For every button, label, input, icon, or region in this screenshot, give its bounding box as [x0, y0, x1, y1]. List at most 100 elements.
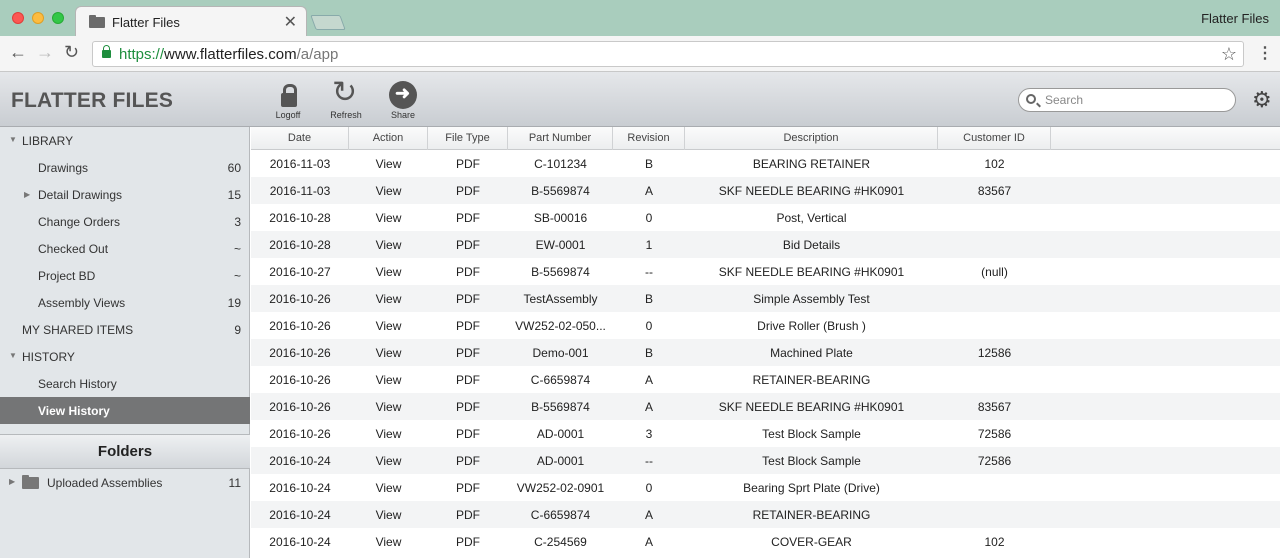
- cell-action[interactable]: View: [349, 346, 428, 360]
- sidebar-item-my-shared-items[interactable]: MY SHARED ITEMS 9: [0, 316, 250, 343]
- logoff-button[interactable]: Logoff: [268, 81, 308, 120]
- disclosure-right-icon[interactable]: ▶: [9, 477, 15, 486]
- cell-part-number: B-5569874: [531, 400, 590, 414]
- cell-action[interactable]: View: [349, 535, 428, 549]
- cell-action[interactable]: View: [349, 157, 428, 171]
- sidebar-item-detail-drawings[interactable]: ▶ Detail Drawings 15: [0, 181, 250, 208]
- cell-revision: A: [644, 535, 653, 549]
- minimize-window-button[interactable]: [32, 12, 44, 24]
- cell-date: 2016-10-24: [269, 535, 331, 549]
- forward-arrow-icon[interactable]: →: [36, 42, 54, 63]
- share-button[interactable]: ➜ Share: [383, 81, 423, 120]
- cell-action[interactable]: View: [349, 454, 428, 468]
- cell-date: 2016-10-26: [269, 346, 331, 360]
- cell-action[interactable]: View: [349, 508, 428, 522]
- url-bar[interactable]: https://www.flatterfiles.com/a/app ☆: [92, 41, 1244, 67]
- table-row[interactable]: 2016-10-26 View PDF Demo-001 B Machined Plate…: [251, 339, 1280, 366]
- cell-date: 2016-10-26: [269, 373, 331, 387]
- sidebar-item-view-history[interactable]: View History: [0, 397, 250, 424]
- cell-action[interactable]: View: [349, 319, 428, 333]
- cell-action[interactable]: View: [349, 373, 428, 387]
- back-arrow-icon[interactable]: ←: [9, 42, 27, 63]
- sidebar-item-search-history[interactable]: Search History: [0, 370, 250, 397]
- table-row[interactable]: 2016-10-26 View PDF C-6659874 A RETAINER-BEAR…: [251, 366, 1280, 393]
- cell-date: 2016-10-27: [269, 265, 331, 279]
- sidebar-item-drawings[interactable]: Drawings 60: [0, 154, 250, 181]
- table-row[interactable]: 2016-10-26 View PDF AD-0001 3 Test Block Samp…: [251, 420, 1280, 447]
- sidebar-item-assembly-views[interactable]: Assembly Views 19: [0, 289, 250, 316]
- gear-icon[interactable]: ⚙: [1252, 89, 1272, 111]
- table-row[interactable]: 2016-10-27 View PDF B-5569874 -- SKF NEEDLE B…: [251, 258, 1280, 285]
- table-row[interactable]: 2016-10-26 View PDF B-5569874 A SKF NEEDLE BE…: [251, 393, 1280, 420]
- share-icon: ➜: [389, 81, 417, 109]
- tab-close-icon[interactable]: ✕: [284, 12, 297, 32]
- disclosure-down-icon[interactable]: ▼: [9, 135, 17, 144]
- reload-icon[interactable]: ↻: [64, 42, 79, 63]
- folder-item-uploaded-assemblies[interactable]: ▶ Uploaded Assemblies 11: [0, 469, 250, 496]
- cell-date: 2016-10-26: [269, 400, 331, 414]
- cell-action[interactable]: View: [349, 292, 428, 306]
- column-header-file-type[interactable]: File Type: [428, 127, 508, 150]
- table-row[interactable]: 2016-11-03 View PDF B-5569874 A SKF NEEDLE BE…: [251, 177, 1280, 204]
- refresh-button[interactable]: ↻ Refresh: [326, 76, 366, 121]
- sidebar-item-project-bd[interactable]: Project BD ~: [0, 262, 250, 289]
- bookmark-star-icon[interactable]: ☆: [1221, 44, 1237, 65]
- column-header-customer-id[interactable]: Customer ID: [938, 127, 1051, 150]
- table-row[interactable]: 2016-10-24 View PDF VW252-02-0901 0 Bearing S…: [251, 474, 1280, 501]
- maximize-window-button[interactable]: [52, 12, 64, 24]
- lock-icon: [102, 45, 111, 58]
- table-row[interactable]: 2016-10-26 View PDF TestAssembly B Simple Ass…: [251, 285, 1280, 312]
- column-header-revision[interactable]: Revision: [613, 127, 685, 150]
- cell-action[interactable]: View: [349, 400, 428, 414]
- cell-description: SKF NEEDLE BEARING #HK0901: [718, 265, 905, 279]
- sidebar-section-history[interactable]: ▼ HISTORY: [0, 343, 250, 370]
- cell-description: COVER-GEAR: [771, 535, 852, 549]
- search-box[interactable]: [1018, 88, 1236, 112]
- table-row[interactable]: 2016-11-03 View PDF C-101234 B BEARING RETAIN…: [251, 150, 1280, 177]
- cell-date: 2016-11-03: [269, 157, 331, 171]
- table-row[interactable]: 2016-10-26 View PDF VW252-02-050... 0 Drive R…: [251, 312, 1280, 339]
- cell-action[interactable]: View: [349, 211, 428, 225]
- table-row[interactable]: 2016-10-24 View PDF AD-0001 -- Test Block Sam…: [251, 447, 1280, 474]
- cell-file-type: PDF: [456, 400, 480, 414]
- cell-part-number: SB-00016: [533, 211, 588, 225]
- sidebar-item-change-orders[interactable]: Change Orders 3: [0, 208, 250, 235]
- column-header-action[interactable]: Action: [349, 127, 428, 150]
- browser-tab[interactable]: Flatter Files ✕: [75, 6, 307, 36]
- cell-description: SKF NEEDLE BEARING #HK0901: [718, 400, 905, 414]
- search-input[interactable]: [1045, 92, 1225, 108]
- column-header-part-number[interactable]: Part Number: [508, 127, 613, 150]
- table-row[interactable]: 2016-10-28 View PDF SB-00016 0 Post, Vertical: [251, 204, 1280, 231]
- new-tab-button[interactable]: [310, 15, 346, 30]
- column-header-description[interactable]: Description: [685, 127, 938, 150]
- cell-action[interactable]: View: [349, 238, 428, 252]
- folder-count: 11: [228, 476, 241, 490]
- sidebar-item-count: 9: [234, 323, 241, 337]
- cell-file-type: PDF: [456, 319, 480, 333]
- sidebar-item-checked-out[interactable]: Checked Out ~: [0, 235, 250, 262]
- cell-action[interactable]: View: [349, 481, 428, 495]
- share-label: Share: [390, 110, 416, 120]
- address-bar-row: ← → ↻ https://www.flatterfiles.com/a/app…: [0, 36, 1280, 72]
- sidebar-item-label: Project BD: [38, 269, 96, 283]
- disclosure-down-icon[interactable]: ▼: [9, 351, 17, 360]
- refresh-icon: ↻: [332, 76, 358, 109]
- column-header-date[interactable]: Date: [251, 127, 349, 150]
- cell-action[interactable]: View: [349, 427, 428, 441]
- cell-action[interactable]: View: [349, 265, 428, 279]
- cell-customer-id: 102: [984, 157, 1005, 171]
- url-text[interactable]: https://www.flatterfiles.com/a/app: [119, 46, 338, 63]
- close-window-button[interactable]: [12, 12, 24, 24]
- sidebar-item-count: 19: [227, 296, 241, 310]
- browser-menu-icon[interactable]: ⋮: [1257, 43, 1273, 63]
- table-row[interactable]: 2016-10-24 View PDF C-254569 A COVER-GEAR 102: [251, 528, 1280, 555]
- table-row[interactable]: 2016-10-28 View PDF EW-0001 1 Bid Details: [251, 231, 1280, 258]
- sidebar-section-library[interactable]: ▼ LIBRARY: [0, 127, 250, 154]
- disclosure-right-icon[interactable]: ▶: [24, 190, 30, 199]
- cell-description: RETAINER-BEARING: [752, 373, 871, 387]
- table-row[interactable]: 2016-10-24 View PDF C-6659874 A RETAINER-BEAR…: [251, 501, 1280, 528]
- cell-file-type: PDF: [456, 346, 480, 360]
- app-toolbar: FLATTER FILES Logoff ↻ Refresh ➜ Share: [0, 72, 1280, 127]
- cell-date: 2016-10-28: [269, 211, 331, 225]
- cell-action[interactable]: View: [349, 184, 428, 198]
